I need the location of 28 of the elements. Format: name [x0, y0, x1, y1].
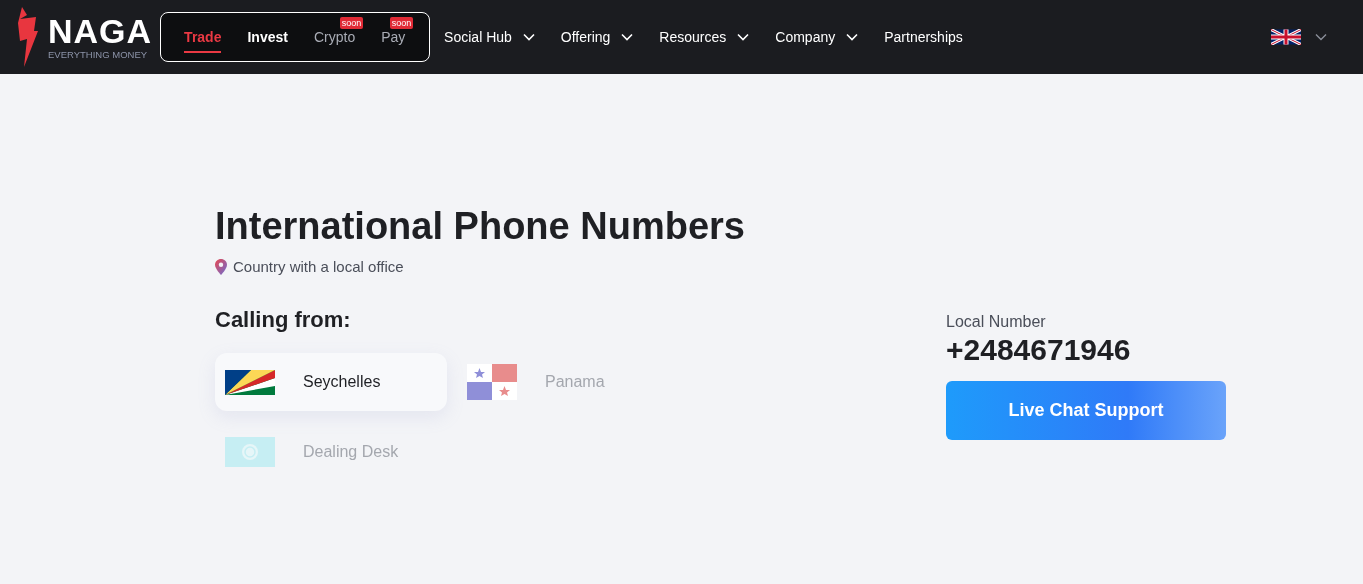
uk-flag-icon[interactable]: [1271, 29, 1301, 45]
chevron-down-icon: [621, 33, 634, 41]
chevron-down-icon: [522, 33, 535, 41]
nav-link[interactable]: Social Hub: [444, 29, 535, 45]
desk-globe-icon: [225, 437, 275, 467]
product-tab[interactable]: Trade: [184, 25, 222, 53]
chevron-down-icon: [737, 33, 750, 41]
page-heading: International Phone Numbers: [215, 204, 746, 248]
product-tab[interactable]: Invest: [247, 25, 288, 51]
local-number-label: Local Number: [946, 313, 1047, 331]
nav-link[interactable]: Partnerships: [884, 29, 963, 45]
chevron-down-icon[interactable]: [1315, 33, 1327, 41]
live-chat-button[interactable]: Live Chat Support: [946, 381, 1226, 440]
brand-tagline: EVERYTHING MONEY: [48, 49, 149, 61]
nav-link[interactable]: Resources: [659, 29, 750, 45]
calling-from-label: Calling from:: [215, 307, 352, 333]
nav-link[interactable]: Offering: [560, 29, 634, 45]
country-option[interactable]: Seychelles: [215, 353, 447, 411]
soon-badge: soon: [389, 17, 414, 29]
legend-text: Country with a local office: [233, 258, 404, 275]
soon-badge: soon: [339, 17, 364, 29]
chevron-down-icon: [846, 33, 859, 41]
nav-link[interactable]: Company: [775, 29, 859, 45]
panama-flag-icon: [467, 364, 517, 400]
seychelles-flag-icon: [225, 369, 275, 395]
map-pin-icon: [215, 258, 227, 275]
brand-name[interactable]: NAGA: [48, 13, 153, 49]
phone-number: +2484671946: [946, 333, 1132, 367]
